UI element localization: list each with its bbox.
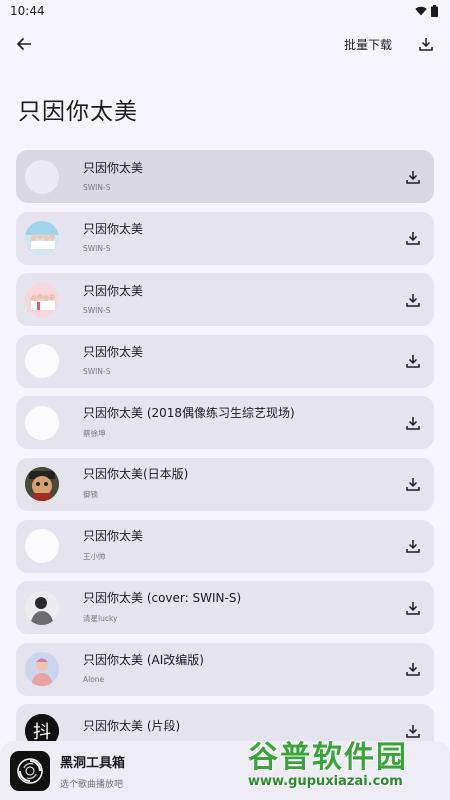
download-button[interactable] xyxy=(402,412,424,434)
download-icon xyxy=(406,232,420,245)
download-all-button[interactable] xyxy=(414,32,438,56)
download-button[interactable] xyxy=(402,350,424,372)
song-title: 只因你太美 (cover: SWIN-S) xyxy=(83,590,242,605)
player-subtitle: 选个歌曲播放吧 xyxy=(60,779,124,790)
song-artist: SWIN-S xyxy=(83,305,111,315)
download-icon xyxy=(406,540,420,553)
song-artist: 蔡徐坤 xyxy=(83,428,106,438)
cover-image xyxy=(25,159,59,194)
batch-download-button[interactable]: 批量下载 xyxy=(344,36,392,53)
cover-image xyxy=(25,467,59,502)
download-icon xyxy=(406,355,420,369)
arrow-left-icon xyxy=(16,37,31,51)
song-artist: SWIN-S xyxy=(83,244,111,254)
song-item[interactable]: 只因你太美 (cover: SWIN-S) 清星lucky xyxy=(16,581,434,635)
group-photo-icon xyxy=(31,293,55,310)
back-button[interactable] xyxy=(12,32,36,56)
black-hole-icon xyxy=(17,757,43,784)
person-icon xyxy=(25,590,59,625)
download-icon xyxy=(406,416,420,430)
song-title: 只因你太美 xyxy=(83,345,144,360)
download-button[interactable] xyxy=(402,658,424,680)
svg-text:抖: 抖 xyxy=(33,722,51,743)
watermark-text: 谷普软件园 xyxy=(248,740,408,775)
cover-image xyxy=(25,529,59,564)
download-button[interactable] xyxy=(402,535,424,557)
group-photo-icon xyxy=(25,221,59,250)
cover-image xyxy=(25,282,59,317)
download-button[interactable] xyxy=(402,289,424,311)
page-title: 只因你太美 xyxy=(18,99,138,125)
song-artist: Alone xyxy=(83,675,105,685)
download-icon xyxy=(406,170,420,184)
app-logo xyxy=(10,750,50,791)
wifi-icon xyxy=(415,6,427,16)
cover-image xyxy=(25,221,59,256)
song-artist: 御锁 xyxy=(83,490,98,500)
cartoon-avatar-icon xyxy=(25,467,59,502)
song-list: 只因你太美 SWIN-S 只因你太美 SWIN-S 只因你太美 SWIN-S 只… xyxy=(16,150,434,766)
download-button[interactable] xyxy=(402,166,424,188)
download-icon xyxy=(419,38,433,51)
download-icon xyxy=(406,478,420,492)
song-title: 只因你太美 (2018偶像练习生综艺现场) xyxy=(83,405,295,420)
status-icons xyxy=(415,5,438,17)
watermark: 谷普软件园 www.gupuxiazai.com xyxy=(248,732,450,800)
song-item[interactable]: 只因你太美 (AI改编版) Alone xyxy=(16,642,434,696)
song-title: 只因你太美 (AI改编版) xyxy=(83,653,204,668)
song-item[interactable]: 只因你太美 SWIN-S xyxy=(16,334,434,388)
cover-image xyxy=(25,344,59,379)
song-title: 只因你太美 xyxy=(83,160,144,175)
song-item[interactable]: 只因你太美 (2018偶像练习生综艺现场) 蔡徐坤 xyxy=(16,396,434,450)
song-artist: SWIN-S xyxy=(83,367,111,377)
song-title: 只因你太美 xyxy=(83,529,144,544)
song-item[interactable]: 只因你太美 SWIN-S xyxy=(16,211,434,265)
download-button[interactable] xyxy=(402,597,424,619)
cover-image xyxy=(25,405,59,440)
song-title: 只因你太美(日本版) xyxy=(83,467,189,482)
player-title: 黑洞工具箱 xyxy=(60,755,126,771)
status-time: 10:44 xyxy=(10,4,45,18)
download-icon xyxy=(406,293,420,307)
person-icon xyxy=(25,652,59,687)
song-artist: 王小帅 xyxy=(83,552,106,562)
cover-image xyxy=(25,652,59,687)
download-button[interactable] xyxy=(402,227,424,249)
song-artist: SWIN-S xyxy=(83,182,111,192)
status-bar: 10:44 xyxy=(0,0,450,22)
song-title: 只因你太美 xyxy=(83,222,144,237)
song-item[interactable]: 只因你太美(日本版) 御锁 xyxy=(16,457,434,511)
download-button[interactable] xyxy=(402,473,424,495)
song-item[interactable]: 只因你太美 王小帅 xyxy=(16,519,434,573)
watermark-url: www.gupuxiazai.com xyxy=(248,774,403,789)
song-item[interactable]: 只因你太美 SWIN-S xyxy=(16,150,434,203)
download-icon xyxy=(406,601,420,615)
song-artist: 清星lucky xyxy=(83,613,118,623)
song-title: 只因你太美 xyxy=(83,283,144,298)
download-icon xyxy=(406,663,420,676)
toolbar: 批量下载 xyxy=(0,26,450,62)
song-item[interactable]: 只因你太美 SWIN-S xyxy=(16,273,434,327)
cover-image xyxy=(25,590,59,625)
battery-icon xyxy=(431,5,438,17)
